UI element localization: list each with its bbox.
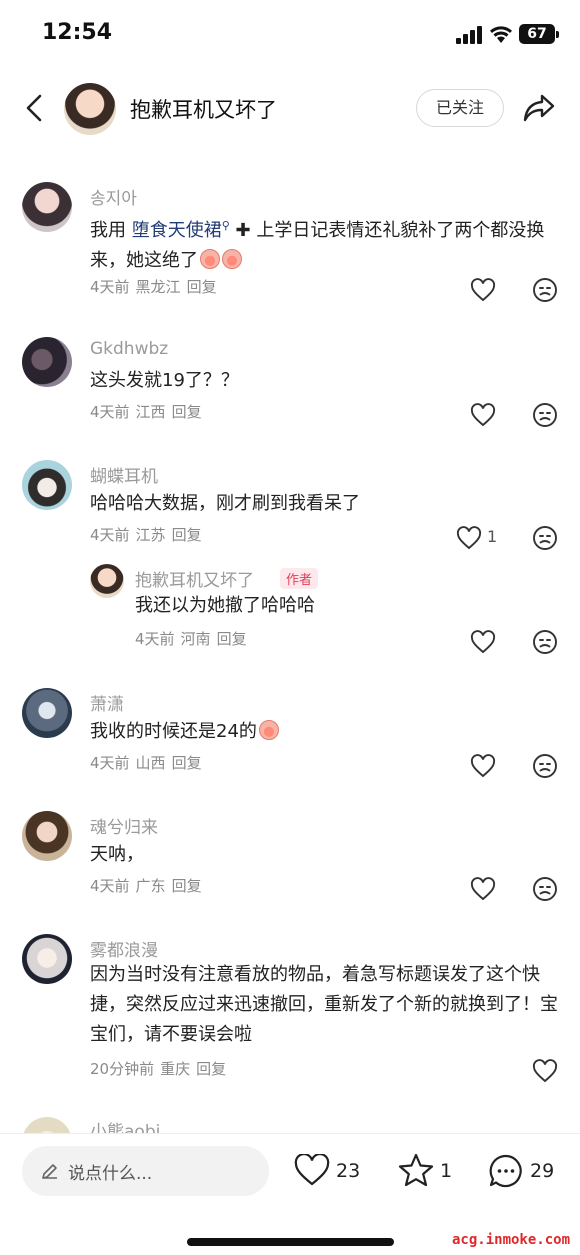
battery-icon: 67 <box>519 24 559 44</box>
commenter-avatar[interactable] <box>22 337 72 387</box>
page-title: 抱歉耳机又坏了 <box>130 98 277 122</box>
commenter-name[interactable]: 송지아 <box>90 184 137 209</box>
star-icon <box>398 1153 434 1187</box>
status-time: 12:54 <box>42 20 113 45</box>
watermark: acg.inmoke.com <box>452 1232 571 1248</box>
bottom-bar: 说点什么... 23 1 29 acg.inmoke.com <box>0 1133 580 1255</box>
reply-item: 抱歉耳机又坏了 作者 我还以为她撤了哈哈哈 4天前 河南 回复 <box>0 560 580 665</box>
comment-text: 哈哈哈大数据，刚才刷到我看呆了 <box>90 493 360 514</box>
comment-meta: 4天前 江西 回复 <box>90 403 202 421</box>
heart-icon[interactable] <box>470 403 496 427</box>
comment-item: 蝴蝶耳机 哈哈哈大数据，刚才刷到我看呆了 4天前 江苏 回复 1 <box>0 456 580 556</box>
collect-count: 1 <box>440 1160 453 1182</box>
comment-meta: 4天前 江苏 回复 <box>90 526 202 544</box>
heart-icon[interactable] <box>532 1059 558 1083</box>
wifi-icon <box>490 26 512 43</box>
comment-item: 萧潇 我收的时候还是24的 4天前 山西 回复 <box>0 684 580 784</box>
comment-item: 송지아 我用 堕食天使裙⚲ ✚ 上学日记表情还礼貌补了两个都没换来，她这绝了 4… <box>0 178 580 308</box>
dislike-icon[interactable] <box>532 753 558 779</box>
commenter-avatar[interactable] <box>22 811 72 861</box>
reply-button[interactable]: 回复 <box>217 630 247 648</box>
reply-button[interactable]: 回复 <box>172 403 202 421</box>
heart-icon <box>294 1154 330 1186</box>
search-icon[interactable]: ⚲ <box>222 219 230 232</box>
dislike-icon[interactable] <box>532 277 558 303</box>
commenter-avatar[interactable] <box>22 182 72 232</box>
comment-item: 魂兮归来 天呐， 4天前 广东 回复 <box>0 807 580 907</box>
commenter-avatar[interactable] <box>22 688 72 738</box>
comment-meta: 4天前 黑龙江 回复 <box>90 278 217 296</box>
cellular-signal-icon <box>456 26 484 44</box>
heart-icon[interactable] <box>456 526 482 550</box>
like-button[interactable]: 23 <box>294 1152 364 1192</box>
commenter-name[interactable]: 抱歉耳机又坏了 <box>135 566 254 591</box>
product-tag-link[interactable]: 堕食天使裙 <box>132 220 222 241</box>
comment-item: 雾都浪漫 因为当时没有注意看放的物品，着急写标题误发了这个快捷，突然反应过来迅速… <box>0 930 580 1090</box>
heart-icon[interactable] <box>470 877 496 901</box>
commenter-name[interactable]: 魂兮归来 <box>90 813 158 838</box>
dislike-icon[interactable] <box>532 525 558 551</box>
reply-button[interactable]: 回复 <box>196 1060 226 1078</box>
dislike-icon[interactable] <box>532 876 558 902</box>
back-icon[interactable] <box>22 90 46 126</box>
comment-button[interactable]: 29 <box>488 1152 563 1192</box>
heart-icon[interactable] <box>470 630 496 654</box>
home-indicator[interactable] <box>187 1238 394 1246</box>
emoji-icon <box>200 249 220 269</box>
heart-icon[interactable] <box>470 754 496 778</box>
emoji-icon <box>258 720 279 740</box>
comment-input-placeholder: 说点什么... <box>68 1164 153 1184</box>
comment-bubble-icon <box>489 1154 522 1188</box>
follow-button[interactable]: 已关注 <box>416 89 504 127</box>
comment-meta: 4天前 河南 回复 <box>135 630 247 648</box>
comment-input[interactable]: 说点什么... <box>22 1146 269 1196</box>
comment-meta: 4天前 广东 回复 <box>90 877 202 895</box>
comment-text: 我还以为她撤了哈哈哈 <box>135 595 315 616</box>
commenter-name[interactable]: 蝴蝶耳机 <box>90 462 158 487</box>
comment-text: 天呐， <box>90 844 144 865</box>
comment-text: 我收的时候还是24的 <box>90 717 560 747</box>
comment-item: 小熊aobi <box>0 1113 580 1133</box>
reply-button[interactable]: 回复 <box>172 877 202 895</box>
commenter-name[interactable]: 小熊aobi <box>90 1117 160 1133</box>
comment-list[interactable]: 송지아 我用 堕食天使裙⚲ ✚ 上学日记表情还礼貌补了两个都没换来，她这绝了 4… <box>0 148 580 1133</box>
dislike-icon[interactable] <box>532 402 558 428</box>
share-icon[interactable] <box>522 92 556 124</box>
heart-icon[interactable] <box>470 278 496 302</box>
status-bar: 12:54 67 <box>0 0 580 70</box>
collect-button[interactable]: 1 <box>398 1152 458 1192</box>
commenter-avatar[interactable] <box>90 564 124 598</box>
like-count: 1 <box>487 527 498 546</box>
comment-item: Gkdhwbz 这头发就19了？？ 4天前 江西 回复 <box>0 333 580 433</box>
comment-text: 这头发就19了？？ <box>90 370 239 391</box>
pen-icon <box>42 1164 57 1179</box>
commenter-avatar[interactable] <box>22 934 72 984</box>
commenter-name[interactable]: Gkdhwbz <box>90 339 168 359</box>
comment-meta: 4天前 山西 回复 <box>90 754 202 772</box>
emoji-icon <box>222 249 242 269</box>
like-count: 23 <box>336 1160 361 1182</box>
reply-button[interactable]: 回复 <box>172 526 202 544</box>
comment-meta: 20分钟前 重庆 回复 <box>90 1060 227 1078</box>
commenter-name[interactable]: 雾都浪漫 <box>90 936 158 961</box>
reply-button[interactable]: 回复 <box>172 754 202 772</box>
comment-text: 我用 堕食天使裙⚲ ✚ 上学日记表情还礼貌补了两个都没换来，她这绝了 <box>90 219 545 271</box>
comment-count: 29 <box>530 1160 555 1182</box>
commenter-avatar[interactable] <box>22 1117 72 1133</box>
commenter-name[interactable]: 萧潇 <box>90 690 124 715</box>
plus-icon: ✚ <box>235 220 251 241</box>
author-badge: 作者 <box>280 568 319 589</box>
reply-button[interactable]: 回复 <box>187 278 217 296</box>
comment-text: 因为当时没有注意看放的物品，着急写标题误发了这个快捷，突然反应过来迅速撤回，重新… <box>90 964 558 1045</box>
header: 抱歉耳机又坏了 已关注 <box>0 70 580 148</box>
dislike-icon[interactable] <box>532 629 558 655</box>
commenter-avatar[interactable] <box>22 460 72 510</box>
author-avatar[interactable] <box>64 83 116 135</box>
